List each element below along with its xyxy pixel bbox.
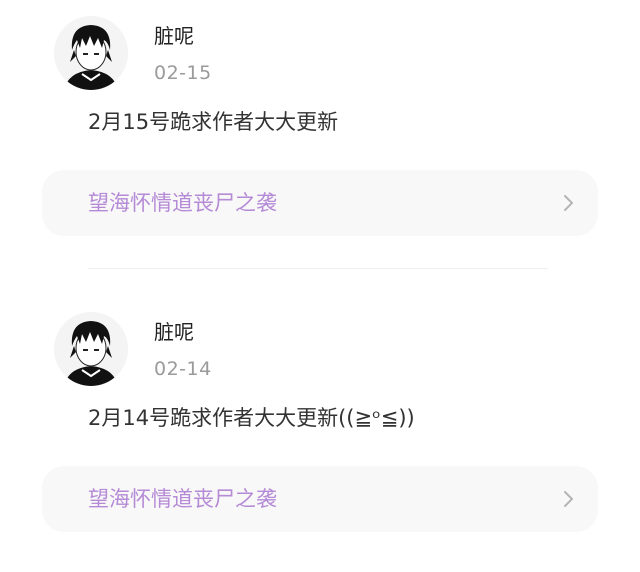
user-avatar[interactable] — [54, 16, 128, 90]
username[interactable]: 脏呢 — [154, 320, 194, 344]
post-date: 02-14 — [154, 358, 212, 380]
divider — [88, 268, 548, 269]
post-date: 02-15 — [154, 62, 212, 84]
avatar-icon — [54, 16, 128, 90]
avatar-icon — [54, 312, 128, 386]
user-avatar[interactable] — [54, 312, 128, 386]
book-link-card[interactable]: 望海怀情道丧尸之袭 — [42, 170, 598, 236]
comment-item: 脏呢 02-15 2月15号跪求作者大大更新 望海怀情道丧尸之袭 — [0, 0, 640, 268]
chevron-right-icon — [564, 195, 573, 211]
chevron-right-icon — [564, 491, 573, 507]
book-link-card[interactable]: 望海怀情道丧尸之袭 — [42, 466, 598, 532]
username[interactable]: 脏呢 — [154, 24, 194, 48]
book-title: 望海怀情道丧尸之袭 — [88, 487, 277, 511]
comment-feed: 脏呢 02-15 2月15号跪求作者大大更新 望海怀情道丧尸之袭 脏呢 02-1… — [0, 0, 640, 572]
book-title: 望海怀情道丧尸之袭 — [88, 191, 277, 215]
comment-item: 脏呢 02-14 2月14号跪求作者大大更新((≧ᵒ≦)) 望海怀情道丧尸之袭 — [0, 296, 640, 572]
comment-text: 2月14号跪求作者大大更新((≧ᵒ≦)) — [88, 406, 415, 430]
comment-text: 2月15号跪求作者大大更新 — [88, 110, 339, 134]
